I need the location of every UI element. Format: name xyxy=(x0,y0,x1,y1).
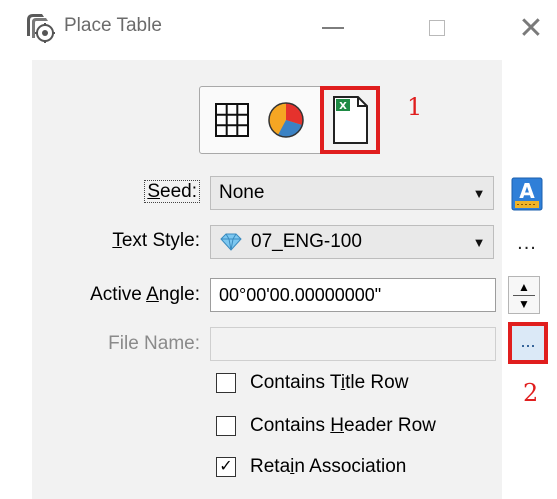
minimize-icon xyxy=(322,27,344,29)
callout-number-1: 1 xyxy=(407,93,423,121)
svg-text:X: X xyxy=(339,101,347,112)
window-title: Place Table xyxy=(64,15,162,36)
contains-header-row-checkbox[interactable] xyxy=(216,416,236,436)
spin-down-icon[interactable]: ▼ xyxy=(518,296,530,312)
text-style-value: 07_ENG-100 xyxy=(251,231,362,252)
table-grid-icon xyxy=(215,103,249,137)
chevron-down-icon: ▼ xyxy=(472,185,486,201)
callout-number-2: 2 xyxy=(523,379,539,407)
gem-icon xyxy=(220,233,242,251)
browse-dots: ... xyxy=(520,330,536,351)
file-name-label: File Name: xyxy=(108,333,200,354)
title-bar: Place Table ✕ xyxy=(0,0,557,60)
contains-title-row-checkbox[interactable] xyxy=(216,373,236,393)
seed-value: None xyxy=(219,182,265,203)
pie-chart-icon xyxy=(268,102,304,138)
seed-dropdown[interactable]: None ▼ xyxy=(210,176,494,210)
text-style-dropdown[interactable]: 07_ENG-100 ▼ xyxy=(210,225,494,259)
contains-header-row-option[interactable]: Contains Header Row xyxy=(216,415,436,437)
text-style-editor-icon: A xyxy=(511,177,543,211)
chevron-down-icon: ▼ xyxy=(472,234,486,250)
excel-file-icon: X xyxy=(333,96,368,144)
table-grid-mode-button[interactable] xyxy=(206,92,258,148)
text-style-swatch xyxy=(211,232,243,252)
file-name-field[interactable] xyxy=(210,327,496,361)
seed-label-text: eed: xyxy=(160,181,197,202)
place-table-app-icon xyxy=(27,14,55,43)
retain-association-label: Retain Association xyxy=(250,456,407,477)
close-icon: ✕ xyxy=(518,11,544,45)
spin-up-icon[interactable]: ▲ xyxy=(518,279,530,295)
retain-association-option[interactable]: ✓ Retain Association xyxy=(216,456,406,478)
maximize-button[interactable] xyxy=(412,6,462,50)
seed-label: Seed: xyxy=(70,180,200,203)
active-angle-spinner[interactable]: ▲ ▼ xyxy=(508,276,540,314)
minimize-button[interactable] xyxy=(308,6,358,50)
svg-text:A: A xyxy=(519,179,535,203)
text-style-more-button[interactable]: ... xyxy=(510,228,544,258)
retain-association-checkbox[interactable]: ✓ xyxy=(216,457,236,477)
maximize-icon xyxy=(429,20,445,36)
close-button[interactable]: ✕ xyxy=(506,6,556,50)
active-angle-label: Active Angle: xyxy=(90,284,200,305)
text-style-label: Text Style: xyxy=(112,230,200,251)
file-name-browse-button[interactable]: ... xyxy=(508,322,548,364)
excel-file-mode-button[interactable]: X xyxy=(320,86,380,154)
contains-title-row-label: Contains Title Row xyxy=(250,372,409,393)
text-style-editor-button[interactable]: A xyxy=(510,176,544,212)
active-angle-field[interactable]: 00°00'00.00000000" xyxy=(210,278,496,312)
contains-title-row-option[interactable]: Contains Title Row xyxy=(216,372,408,394)
chart-mode-button[interactable] xyxy=(260,92,312,148)
checkmark-icon: ✓ xyxy=(219,458,233,475)
contains-header-row-label: Contains Header Row xyxy=(250,415,436,436)
